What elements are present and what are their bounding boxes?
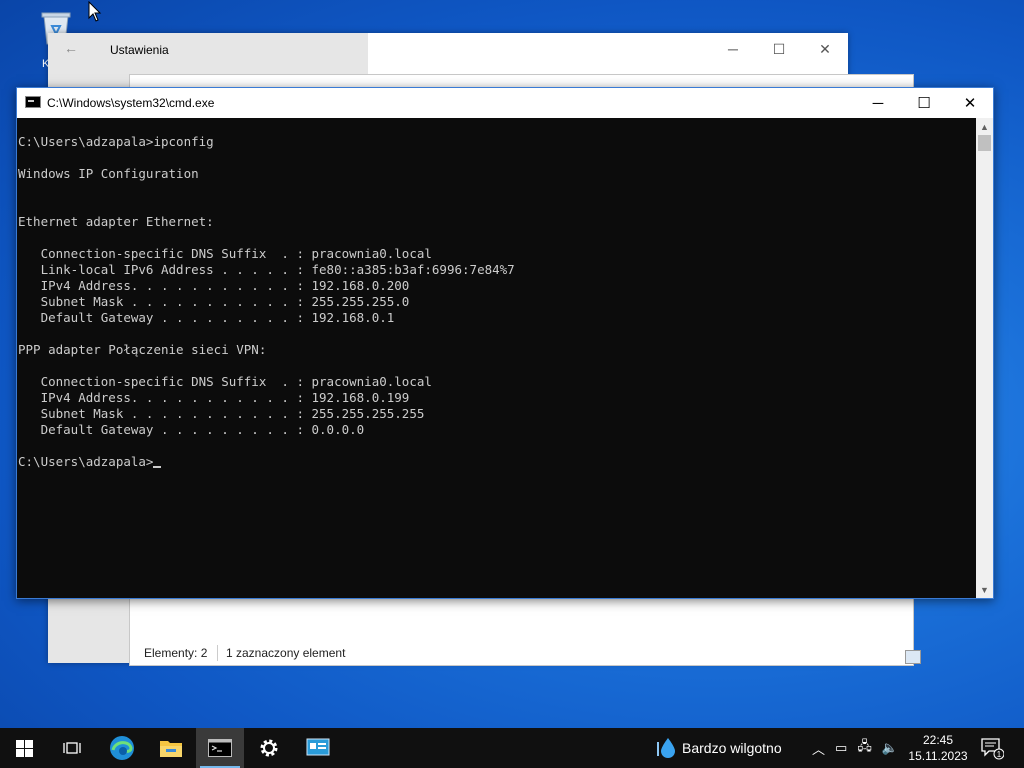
control-panel-icon (306, 738, 330, 756)
console-line: Connection-specific DNS Suffix . : praco… (18, 374, 432, 389)
task-view-button[interactable] (48, 728, 96, 768)
console-line: IPv4 Address. . . . . . . . . . . : 192.… (18, 278, 410, 293)
network-icon[interactable]: 🖧 (857, 737, 872, 759)
cmd-window-controls: ─ ☐ ✕ (855, 88, 993, 118)
console-line: Connection-specific DNS Suffix . : praco… (18, 246, 432, 261)
taskbar-cmd[interactable] (196, 728, 244, 768)
system-tray: ︿ ▭ 🖧 🔈 (812, 728, 898, 768)
back-arrow-icon[interactable]: ← (64, 40, 78, 56)
cmd-titlebar[interactable]: C:\Windows\system32\cmd.exe ─ ☐ ✕ (17, 88, 993, 118)
clock-date: 15.11.2023 (908, 749, 968, 763)
text-cursor (153, 466, 162, 468)
minimize-icon[interactable]: ─ (710, 33, 756, 65)
console-line: Default Gateway . . . . . . . . . : 0.0.… (18, 422, 365, 437)
close-icon[interactable]: ✕ (947, 88, 993, 118)
status-selected-count: 1 zaznaczony element (226, 646, 346, 660)
notification-count: 1 (997, 750, 1002, 759)
cmd-terminal-icon (208, 739, 232, 757)
console-line: IPv4 Address. . . . . . . . . . . : 192.… (18, 390, 410, 405)
start-button[interactable] (0, 728, 48, 768)
taskbar: Bardzo wilgotno ︿ ▭ 🖧 🔈 22:45 15.11.2023… (0, 728, 1024, 768)
clock-time: 22:45 (922, 733, 954, 747)
console-line: Ethernet adapter Ethernet: (18, 214, 214, 229)
explorer-status-bar: Elementy: 2 1 zaznaczony element (130, 641, 921, 665)
settings-title: Ustawienia (110, 43, 169, 57)
minimize-icon[interactable]: ─ (855, 88, 901, 118)
weather-widget[interactable]: Bardzo wilgotno (656, 728, 782, 768)
taskbar-settings[interactable] (245, 728, 293, 768)
mouse-cursor-icon (88, 1, 102, 22)
maximize-icon[interactable]: ☐ (901, 88, 947, 118)
volume-icon[interactable]: 🔈 (882, 740, 898, 756)
console-line: Windows IP Configuration (18, 166, 199, 181)
console-line: C:\Users\adzapala>ipconfig (18, 134, 214, 149)
taskbar-file-explorer[interactable] (147, 728, 195, 768)
console-line: C:\Users\adzapala> (18, 454, 976, 470)
console-line: PPP adapter Połączenie sieci VPN: (18, 342, 267, 357)
weather-text: Bardzo wilgotno (682, 740, 782, 756)
scroll-thumb[interactable] (978, 135, 991, 151)
taskbar-edge[interactable] (98, 728, 146, 768)
taskbar-control-panel[interactable] (294, 728, 342, 768)
windows-logo-icon (15, 739, 33, 757)
close-icon[interactable]: ✕ (802, 33, 848, 65)
edge-browser-icon (110, 736, 134, 760)
cmd-window[interactable]: C:\Windows\system32\cmd.exe ─ ☐ ✕ C:\Use… (16, 87, 994, 599)
notification-center-icon[interactable]: 1 (980, 736, 1004, 760)
scroll-down-icon[interactable]: ▼ (976, 581, 993, 598)
cmd-scrollbar[interactable]: ▲ ▼ (976, 118, 993, 598)
console-line: Subnet Mask . . . . . . . . . . . : 255.… (18, 294, 410, 309)
console-line: Default Gateway . . . . . . . . . : 192.… (18, 310, 395, 325)
large-icons-view-icon[interactable] (905, 650, 921, 664)
chevron-up-icon[interactable]: ︿ (812, 739, 825, 758)
task-view-icon (63, 742, 81, 754)
settings-window-controls: ─ ☐ ✕ (710, 33, 848, 65)
cmd-app-icon[interactable] (25, 96, 41, 108)
scroll-up-icon[interactable]: ▲ (976, 118, 993, 135)
network-adapter-icon[interactable]: ▭ (835, 740, 847, 756)
status-item-count: Elementy: 2 (144, 646, 208, 660)
console-line: Link-local IPv6 Address . . . . . : fe80… (18, 262, 515, 277)
cmd-window-title: C:\Windows\system32\cmd.exe (47, 96, 215, 110)
status-divider (217, 645, 218, 661)
humidity-drop-icon (657, 738, 675, 758)
cmd-console-output[interactable]: C:\Users\adzapala>ipconfig Windows IP Con… (17, 118, 976, 598)
maximize-icon[interactable]: ☐ (756, 33, 802, 65)
console-line: Subnet Mask . . . . . . . . . . . : 255.… (18, 406, 425, 421)
gear-icon (260, 739, 278, 757)
clock[interactable]: 22:45 15.11.2023 (906, 732, 970, 764)
folder-icon (160, 741, 182, 757)
